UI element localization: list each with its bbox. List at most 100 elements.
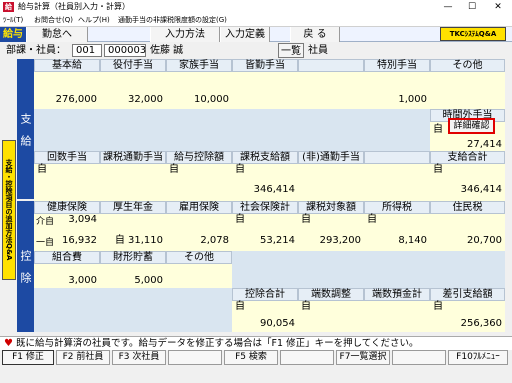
header-pension: 厚生年金: [100, 201, 166, 214]
attendance-allowance-value[interactable]: [232, 72, 298, 109]
header-net-pay: 差引支給額: [430, 288, 505, 301]
health-kaigo-mark: 介自: [36, 217, 55, 227]
header-blank-2: [364, 151, 430, 164]
add-items-qa-strip[interactable]: 支給・控除項目の追加方法Q&A: [2, 140, 16, 280]
maximize-button[interactable]: ☐: [460, 0, 484, 14]
f6-button[interactable]: [280, 350, 334, 365]
back-button[interactable]: 戻 る: [290, 27, 340, 42]
header-employment-insurance: 雇用保険: [166, 201, 232, 214]
employee-row: 部課・社員： 001 000003 佐藤 誠 一覧 社員: [0, 42, 512, 59]
header-total-pay: 支給合計: [430, 151, 505, 164]
menu-bar: ﾂｰﾙ(T) お問合せ(Q) ヘルプ(H) 通勤手当の非課税限度額の設定(G): [0, 14, 512, 27]
toolbar: 勤怠へ 入力方法 入力定義 戻 る: [0, 27, 512, 42]
special-allowance-value[interactable]: 1,000: [364, 72, 430, 109]
social-total-value: 53,214: [260, 235, 295, 246]
health-ippan-value: 16,932: [62, 235, 97, 246]
header-nontax-commute: (非)通勤手当: [298, 151, 364, 164]
payroll-tag: 給与: [0, 27, 26, 42]
deduct-blank-area-2: [34, 288, 232, 332]
family-allowance-value[interactable]: 10,000: [166, 72, 232, 109]
menu-help[interactable]: ヘルプ(H): [78, 15, 110, 26]
nontax-commute-value[interactable]: [298, 164, 364, 201]
header-special-allowance: 特別手当: [364, 59, 430, 72]
health-ippan-mark: 一自: [36, 238, 55, 248]
pay-deduction-value[interactable]: 自: [166, 164, 232, 201]
f10-full-menu-button[interactable]: F10ﾌﾙﾒﾆｭｰ: [448, 350, 508, 365]
deduct-other-value[interactable]: [166, 264, 232, 288]
message-bar: ♥ 既に給与計算済の社員です。給与データを修正する場合は「F1 修正」キーを押し…: [0, 336, 512, 350]
base-salary-value[interactable]: 276,000: [34, 72, 100, 109]
f3-next-employee-button[interactable]: F3 次社員: [112, 350, 166, 365]
input-method-button[interactable]: 入力方法: [150, 27, 220, 42]
menu-inquiry[interactable]: お問合せ(Q): [34, 15, 73, 26]
blank-value-2[interactable]: [364, 164, 430, 201]
title-bar: 給 給与計算（社員別入力・計算） — ☐ ✕: [0, 0, 512, 14]
f4-button[interactable]: [168, 350, 222, 365]
health-kaigo-value: 3,094: [68, 214, 97, 225]
header-rounding-deposit: 端数預金計: [364, 288, 430, 301]
income-tax-value: 8,140: [398, 235, 427, 246]
total-pay-value: 346,414: [460, 184, 502, 195]
union-fee-value[interactable]: 3,000: [34, 264, 100, 288]
deduct-total-value: 90,054: [260, 318, 295, 329]
f8-button[interactable]: [392, 350, 446, 365]
header-family-allowance: 家族手当: [166, 59, 232, 72]
rounding-deposit-value[interactable]: [364, 301, 430, 332]
employee-code-field[interactable]: 000003: [104, 44, 146, 57]
total-pay-mark: 自: [430, 164, 505, 201]
header-blank: [298, 59, 364, 72]
dept-code-field[interactable]: 001: [72, 44, 102, 57]
list-button[interactable]: 一覧: [278, 43, 304, 58]
input-definition-button[interactable]: 入力定義: [220, 27, 270, 42]
deduct-blank-area: [232, 251, 505, 288]
header-asset-savings: 財形貯蓄: [100, 251, 166, 264]
other-value[interactable]: [430, 72, 505, 109]
pay-section-label: 支 給: [17, 59, 34, 199]
employment-insurance-value[interactable]: 2,078: [166, 214, 232, 251]
heart-icon: ♥: [4, 338, 13, 349]
close-button[interactable]: ✕: [486, 0, 510, 14]
minimize-button[interactable]: —: [436, 0, 460, 14]
employee-type: 社員: [308, 45, 328, 56]
header-base-salary: 基本給: [34, 59, 100, 72]
header-resident-tax: 住民税: [430, 201, 505, 214]
menu-commute-limit[interactable]: 通勤手当の非課税限度額の設定(G): [118, 15, 227, 26]
overtime-auto-mark: 自: [433, 124, 443, 135]
header-social-insurance-total: 社会保険計: [232, 201, 298, 214]
f1-edit-button[interactable]: F1 修正: [2, 350, 54, 365]
app-icon: 給: [3, 2, 14, 12]
menu-tools[interactable]: ﾂｰﾙ(T): [3, 15, 23, 26]
asset-savings-value[interactable]: 5,000: [100, 264, 166, 288]
taxable-pay-value: 346,414: [253, 184, 295, 195]
header-taxable-commute: 課税通勤手当: [100, 151, 166, 164]
attendance-button[interactable]: 勤怠へ: [26, 27, 88, 42]
header-pay-deduction: 給与控除額: [166, 151, 232, 164]
tkc-qa-button[interactable]: TKCｼｽﾃﾑQ&A: [440, 27, 506, 41]
taxable-pay-mark: 自: [232, 164, 298, 201]
employee-name: 佐藤 誠: [150, 45, 184, 56]
header-position-allowance: 役付手当: [100, 59, 166, 72]
f2-prev-employee-button[interactable]: F2 前社員: [56, 350, 110, 365]
header-attendance-allowance: 皆勤手当: [232, 59, 298, 72]
function-key-bar: F1 修正 F2 前社員 F3 次社員 F5 検索 F7一覧選択 F10ﾌﾙﾒﾆ…: [0, 350, 512, 366]
header-taxable-pay: 課税支給額: [232, 151, 298, 164]
resident-tax-value[interactable]: 20,700: [430, 214, 505, 251]
pension-value[interactable]: 自 31,110: [100, 214, 166, 251]
header-deduct-total: 控除合計: [232, 288, 298, 301]
header-count-allowance: 回数手当: [34, 151, 100, 164]
f5-search-button[interactable]: F5 検索: [224, 350, 278, 365]
rounding-adjust-value[interactable]: 自: [298, 301, 364, 332]
pay-blank-area: [34, 109, 430, 151]
detail-confirm-button[interactable]: 詳細確認: [448, 118, 495, 134]
count-allowance-value[interactable]: 自: [34, 164, 100, 201]
payroll-grid: 支 給 控 除 基本給 役付手当 家族手当 皆勤手当 特別手当 その他 276,…: [17, 59, 505, 332]
window-title: 給与計算（社員別入力・計算）: [18, 2, 130, 11]
header-income-tax: 所得税: [364, 201, 430, 214]
f7-list-select-button[interactable]: F7一覧選択: [336, 350, 390, 365]
message-text: 既に給与計算済の社員です。給与データを修正する場合は「F1 修正」キーを押してく…: [16, 338, 419, 349]
overtime-value: 27,414: [467, 139, 502, 150]
header-rounding-adjust: 端数調整: [298, 288, 364, 301]
position-allowance-value[interactable]: 32,000: [100, 72, 166, 109]
blank-value[interactable]: [298, 72, 364, 109]
taxable-commute-value[interactable]: [100, 164, 166, 201]
